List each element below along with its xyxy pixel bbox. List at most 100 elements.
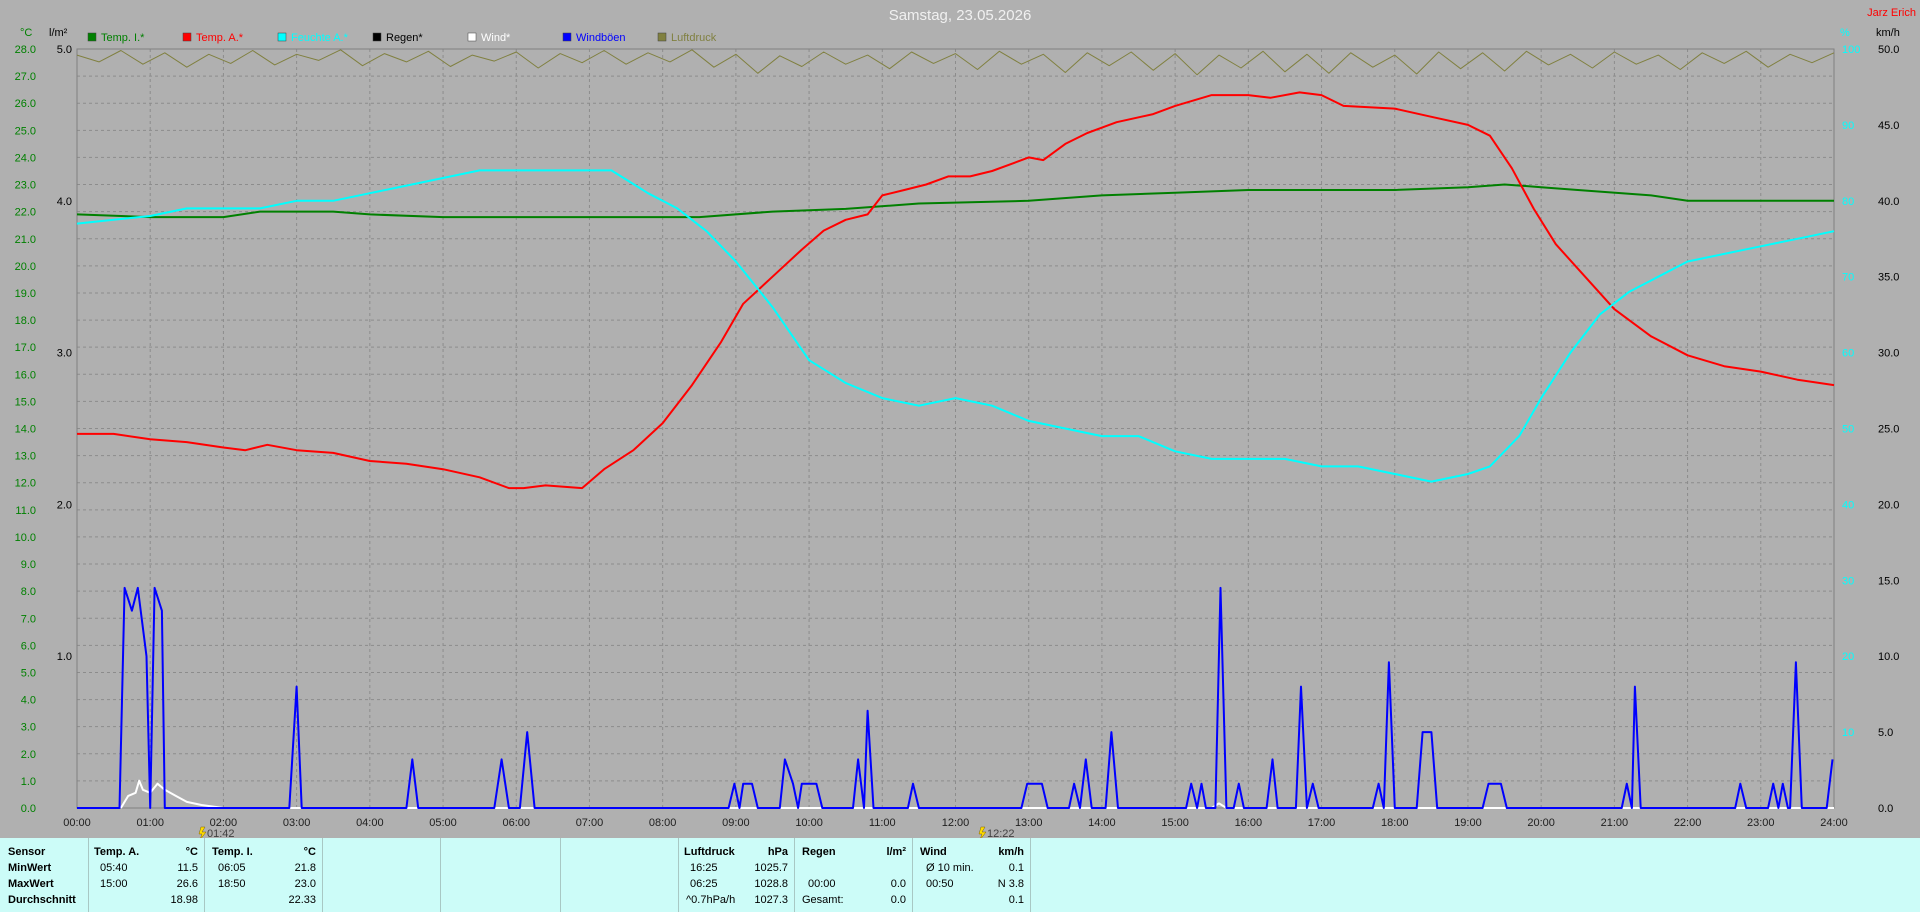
x-tick-label: 15:00 — [1161, 817, 1189, 829]
temp-tick-label: 0.0 — [21, 803, 36, 815]
temp-a-avg-value: 18.98 — [170, 894, 198, 906]
x-tick-label: 00:00 — [63, 817, 91, 829]
x-tick-label: 17:00 — [1308, 817, 1336, 829]
row-label-avg: Durchschnitt — [8, 894, 76, 906]
temp-a-min-time: 05:40 — [100, 862, 128, 874]
wind-tick-label: 20.0 — [1878, 499, 1899, 511]
rain-header: Regen — [802, 846, 836, 858]
sensor-header: Sensor — [8, 846, 46, 858]
wind-header: Wind — [920, 846, 947, 858]
legend-swatch — [372, 32, 382, 42]
wind-day-avg-value: 0.1 — [1008, 894, 1024, 906]
humidity-tick-label: 60 — [1842, 348, 1854, 360]
x-tick-label: 16:00 — [1235, 817, 1263, 829]
temp-tick-label: 24.0 — [15, 152, 36, 164]
rain-tick-label: 1.0 — [57, 651, 72, 663]
pressure-min-time: 16:25 — [690, 862, 718, 874]
legend-swatch — [277, 32, 287, 42]
temp-tick-label: 23.0 — [15, 180, 36, 192]
wind-avg10-value: 0.1 — [1008, 862, 1024, 874]
stats-panel: Sensor MinWert MaxWert Durchschnitt Temp… — [0, 838, 1920, 912]
pressure-header: Luftdruck — [684, 846, 735, 858]
marker-time-label: 01:42 — [207, 828, 235, 838]
marker-time-label: 12:22 — [987, 828, 1015, 838]
legend-label: Feuchte A.* — [291, 32, 349, 44]
temp-i-avg-value: 22.33 — [288, 894, 316, 906]
divider — [204, 838, 205, 912]
x-tick-label: 24:00 — [1820, 817, 1848, 829]
temp-tick-label: 17.0 — [15, 342, 36, 354]
temp-a-max-value: 26.6 — [176, 878, 198, 890]
unit-temp-label: °C — [20, 27, 32, 39]
humidity-tick-label: 50 — [1842, 424, 1854, 436]
temp-a-unit: °C — [185, 846, 198, 858]
temp-tick-label: 18.0 — [15, 315, 36, 327]
x-tick-label: 18:00 — [1381, 817, 1409, 829]
temp-i-unit: °C — [303, 846, 316, 858]
x-tick-label: 12:00 — [942, 817, 970, 829]
temp-tick-label: 8.0 — [21, 586, 36, 598]
rain-total-value: 0.0 — [890, 894, 906, 906]
x-tick-label: 06:00 — [502, 817, 530, 829]
x-tick-label: 03:00 — [283, 817, 311, 829]
temp-i-min-value: 21.8 — [294, 862, 316, 874]
unit-wind-label: km/h — [1876, 27, 1900, 39]
x-tick-label: 10:00 — [795, 817, 823, 829]
x-tick-label: 07:00 — [576, 817, 604, 829]
divider — [678, 838, 679, 912]
temp-tick-label: 11.0 — [15, 505, 36, 517]
wind-tick-label: 15.0 — [1878, 575, 1899, 587]
pressure-unit: hPa — [767, 846, 788, 858]
divider — [322, 838, 323, 912]
temp-i-max-time: 18:50 — [218, 878, 246, 890]
rain-tick-label: 3.0 — [57, 348, 72, 360]
legend-label: Wind* — [481, 32, 511, 44]
x-tick-label: 19:00 — [1454, 817, 1482, 829]
temp-tick-label: 6.0 — [21, 640, 36, 652]
humidity-tick-label: 20 — [1842, 651, 1854, 663]
pressure-avg-value: 1027.3 — [754, 894, 788, 906]
divider — [88, 838, 89, 912]
temp-tick-label: 26.0 — [15, 98, 36, 110]
temp-tick-label: 5.0 — [21, 667, 36, 679]
divider — [794, 838, 795, 912]
temp-tick-label: 25.0 — [15, 125, 36, 137]
wind-tick-label: 45.0 — [1878, 120, 1899, 132]
humidity-tick-label: 100 — [1842, 44, 1860, 56]
temp-tick-label: 4.0 — [21, 695, 36, 707]
unit-humidity-label: % — [1840, 27, 1850, 39]
rain-total-label: Gesamt: — [802, 894, 844, 906]
x-tick-label: 11:00 — [869, 817, 896, 829]
wind-unit: km/h — [998, 846, 1024, 858]
x-tick-label: 20:00 — [1527, 817, 1555, 829]
x-tick-label: 01:00 — [136, 817, 164, 829]
legend-label: Regen* — [386, 32, 423, 44]
rain-tick-label: 2.0 — [57, 499, 72, 511]
humidity-tick-label: 40 — [1842, 499, 1854, 511]
temp-tick-label: 3.0 — [21, 722, 36, 734]
x-tick-label: 09:00 — [722, 817, 750, 829]
x-tick-label: 08:00 — [649, 817, 677, 829]
x-tick-label: 05:00 — [429, 817, 457, 829]
temp-i-max-value: 23.0 — [294, 878, 316, 890]
legend-swatch — [562, 32, 572, 42]
pressure-trend: ^0.7hPa/h — [686, 894, 736, 906]
temp-tick-label: 10.0 — [15, 532, 36, 544]
x-tick-label: 21:00 — [1601, 817, 1629, 829]
temp-tick-label: 2.0 — [21, 749, 36, 761]
legend-swatch — [87, 32, 97, 42]
row-label-max: MaxWert — [8, 878, 54, 890]
temp-i-min-time: 06:05 — [218, 862, 246, 874]
wind-tick-label: 35.0 — [1878, 272, 1899, 284]
temp-tick-label: 22.0 — [15, 207, 36, 219]
wind-tick-label: 0.0 — [1878, 803, 1893, 815]
x-tick-label: 13:00 — [1015, 817, 1043, 829]
temp-tick-label: 28.0 — [15, 44, 36, 56]
temp-tick-label: 27.0 — [15, 71, 36, 83]
legend-swatch — [467, 32, 477, 42]
x-tick-label: 23:00 — [1747, 817, 1775, 829]
divider — [560, 838, 561, 912]
temp-tick-label: 9.0 — [21, 559, 36, 571]
rain-unit: l/m² — [886, 846, 906, 858]
temp-tick-label: 20.0 — [15, 261, 36, 273]
